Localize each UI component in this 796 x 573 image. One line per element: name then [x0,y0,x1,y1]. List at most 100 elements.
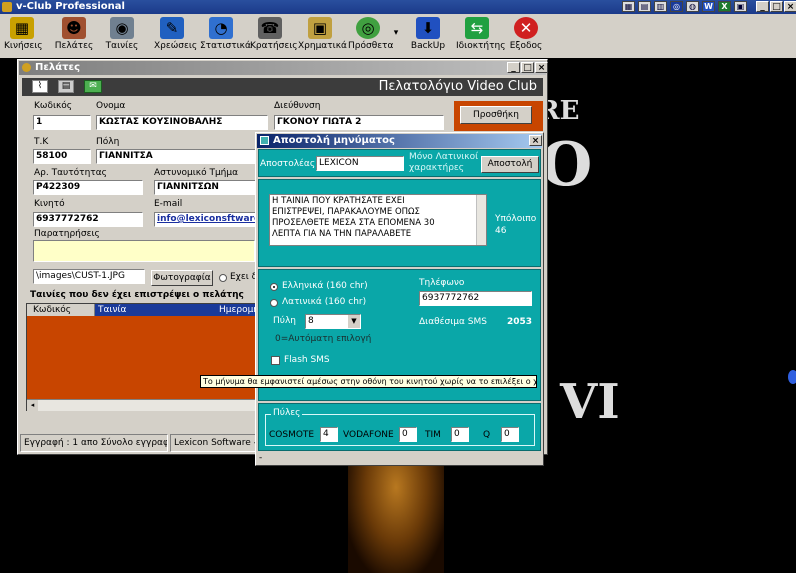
city-label: Πόλη [96,137,120,147]
sms-title: Αποστολή μηνύματος [273,135,395,146]
send-button[interactable]: Αποστολή [481,156,539,173]
chevron-down-icon[interactable]: ▼ [348,315,360,328]
col-header-movie[interactable]: Ταινία [96,304,216,316]
phone-label: Τηλέφωνο [419,278,465,288]
customers-close-button[interactable]: × [535,62,548,73]
toolbar-extras[interactable]: ◎ Πρόσθετα [348,16,393,56]
toolbar-customers[interactable]: ☻ Πελάτες [54,16,94,56]
gateway-label: Πύλη [273,316,297,326]
toolbar-owner[interactable]: ⇆ Ιδιοκτήτης [456,16,506,56]
col-header-date[interactable]: Ημερομην [217,304,255,316]
toolbar-extras-dropdown[interactable]: ▾ [392,28,400,38]
app-titlebar: v-Club Professional ▦ ▤ ▥ ◎ ◍ W X ▣ _ □ … [0,0,796,14]
message-line: ΛΕΠΤΑ ΓΙΑ ΝΑ ΤΗΝ ΠΑΡΑΛΑΒΕΤΕ [272,229,412,239]
address-label: Διεύθυνση [274,101,321,111]
customers-maximize-button[interactable]: □ [521,62,534,73]
photo-path-field[interactable]: \images\CUST-1.JPG [33,269,145,284]
toolbar-statistics[interactable]: ◔ Στατιστικά [200,16,251,56]
unreturned-grid[interactable]: Κωδικός Ταινία Ημερομην ◂ [26,303,256,411]
customers-minimize-button[interactable]: _ [507,62,520,73]
toolbar-money[interactable]: ▣ Χρηματικά [298,16,347,56]
city-field[interactable]: ΓΙΑΝΝΙΤΣΑ [96,149,256,164]
latin-radio[interactable] [270,299,278,307]
photo-button[interactable]: Φωτογραφία [151,270,213,286]
people-icon: ☻ [62,17,86,39]
name-label: Ονομα [96,101,126,111]
pie-chart-icon: ◔ [209,17,233,39]
gateway-name: COSMOTE [269,430,315,440]
toolbar-movies[interactable]: ◉ Ταινίες [104,16,140,56]
gateway-name: Q [483,430,491,440]
message-textarea[interactable]: Η ΤΑΙΝΙΑ ΠΟΥ ΚΡΑΤΗΣΑΤΕ ΕΧΕΙ ΕΠΙΣΤΡΕΨΕΙ, … [269,194,487,246]
add-button[interactable]: Προσθήκη [460,106,532,124]
gateways-legend: Πύλες [271,408,303,418]
auto-select-note: 0=Αυτόματη επιλογή [275,334,372,344]
phone-field[interactable]: 6937772762 [419,291,532,306]
toolbar-reservations[interactable]: ☎ Κρατήσεις [250,16,298,56]
sms-window-icon [260,136,269,145]
gateway-count: 0 [451,427,469,442]
tray-icon-6[interactable]: W [702,1,715,12]
toolbar-exit[interactable]: ✕ Εξοδος [508,16,544,56]
backup-icon: ⬇ [416,17,440,39]
chart-icon[interactable]: ⌇ [32,80,48,93]
latin-option-label: Λατινικά (160 chr) [282,297,367,307]
tray-icon-7[interactable]: X [718,1,731,12]
tray-icon-3[interactable]: ▥ [654,1,667,12]
code-field[interactable]: 1 [33,115,91,130]
remaining-label: Υπόλοιπο [495,214,537,224]
remaining-value: 46 [495,226,507,236]
sms-bottom-mark: - [259,453,263,463]
app-icon [2,2,12,12]
greek-radio[interactable] [270,283,278,291]
status-record-count: Εγγραφή : 1 απο Σύνολο εγγραφών 1 [20,434,168,452]
printer-icon[interactable]: ▤ [58,80,74,93]
has-option-radio[interactable] [219,274,227,282]
charges-icon: ✎ [160,17,184,39]
tray-icon-2[interactable]: ▤ [638,1,651,12]
tray-icon-5[interactable]: ◍ [686,1,699,12]
flash-sms-checkbox[interactable] [271,356,280,365]
message-vscrollbar[interactable] [476,195,486,245]
toolbar-backup[interactable]: ⬇ BackUp [410,16,446,56]
zip-field[interactable]: 58100 [33,149,91,164]
sms-close-button[interactable]: × [529,135,542,146]
sender-field[interactable]: LEXICON [316,156,404,171]
status-company: Lexicon Software - vC [170,434,256,452]
message-line: Η ΤΑΙΝΙΑ ΠΟΥ ΚΡΑΤΗΣΑΤΕ ΕΧΕΙ [272,196,405,206]
grid-hscrollbar[interactable]: ◂ [27,399,255,411]
latin-note-line2: χαρακτήρες [409,163,465,173]
toolbar-movements[interactable]: ▦ Κινήσεις [4,16,43,56]
customers-titlebar: Πελάτες _ □ × [19,61,548,75]
email-label: E-mail [154,199,183,209]
gateway-select[interactable]: 8 ▼ [305,314,361,329]
dropdown-arrow-icon: ▾ [393,28,399,38]
mobile-field[interactable]: 6937772762 [33,212,143,227]
minimize-button[interactable]: _ [756,1,769,12]
scroll-left-arrow-icon[interactable]: ◂ [27,400,38,411]
police-dept-field[interactable]: ΓΙΑΝΝΙΤΣΩΝ [154,180,256,195]
id-number-field[interactable]: Ρ422309 [33,180,143,195]
greek-option-label: Ελληνικά (160 chr) [282,281,368,291]
gateway-count: 0 [399,427,417,442]
maximize-button[interactable]: □ [770,1,783,12]
tray-icon-1[interactable]: ▦ [622,1,635,12]
id-number-label: Αρ. Ταυτότητας [34,168,107,178]
gateway-count: 0 [501,427,519,442]
app-title: v-Club Professional [16,1,125,12]
name-field[interactable]: ΚΩΣΤΑΣ ΚΟΥΣΙΝΟΒΑΛΗΣ [96,115,268,130]
notes-field[interactable] [33,240,255,262]
message-line: ΕΠΙΣΤΡΕΨΕΙ, ΠΑΡΑΚΑΛΟΥΜΕ ΟΠΩΣ [272,207,420,217]
col-header-code[interactable]: Κωδικός [27,304,95,316]
close-button[interactable]: × [784,1,796,12]
mail-icon[interactable]: ✉ [84,80,102,93]
customers-banner-title: Πελατολόγιο Video Club [378,79,537,94]
tray-icon-8[interactable]: ▣ [734,1,747,12]
address-field[interactable]: ΓΚΟΝΟΥ ΓΙΩΤΑ 2 [274,115,444,130]
tray-icon-4[interactable]: ◎ [670,1,683,12]
available-sms-value: 2053 [507,317,533,327]
email-field[interactable]: info@lexiconsftware.g [154,212,256,227]
has-option-label: Εχει δ [230,272,258,282]
toolbar-charges[interactable]: ✎ Χρεώσεις [154,16,197,56]
gateway-select-value: 8 [308,316,314,326]
